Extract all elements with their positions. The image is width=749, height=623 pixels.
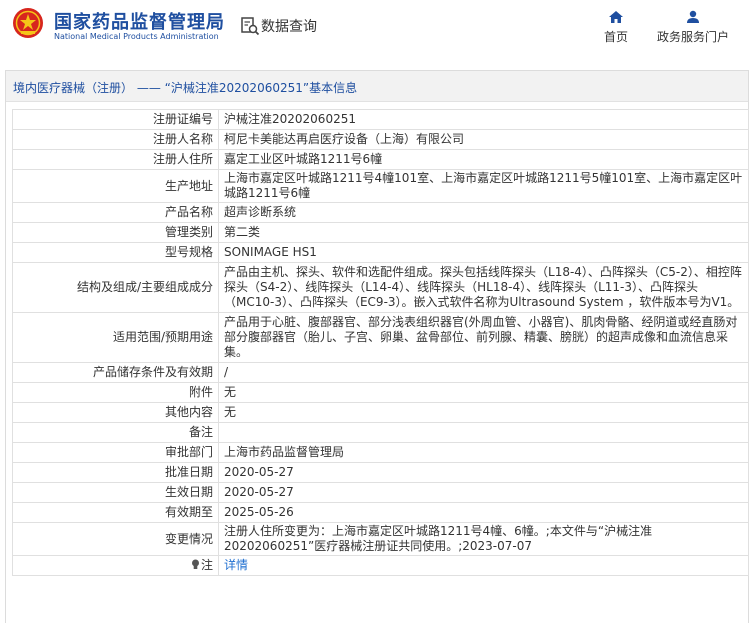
table-row: 产品储存条件及有效期 /: [12, 362, 749, 383]
field-value: 上海市嘉定区叶城路1211号4幢101室、上海市嘉定区叶城路1211号5幢101…: [218, 169, 749, 203]
table-row: 审批部门 上海市药品监督管理局: [12, 442, 749, 463]
site-header: 国家药品监督管理局 National Medical Products Admi…: [0, 0, 749, 56]
field-value: 沪械注准20202060251: [218, 109, 749, 130]
breadcrumb-title: “沪械注准20202060251”基本信息: [164, 81, 358, 95]
field-value: 2020-05-27: [218, 462, 749, 483]
org-name-en[interactable]: National Medical Products Administration: [54, 32, 219, 41]
table-row: 其他内容 无: [12, 402, 749, 423]
data-query-icon: [241, 17, 260, 36]
home-icon: [609, 11, 623, 23]
field-label: 管理类别: [12, 222, 219, 243]
lightbulb-icon: [191, 559, 199, 569]
table-row: 型号规格 SONIMAGE HS1: [12, 242, 749, 263]
field-value: /: [218, 362, 749, 383]
field-label: 其他内容: [12, 402, 219, 423]
data-query-label: 数据查询: [261, 19, 317, 35]
field-value: 注册人住所变更为：上海市嘉定区叶城路1211号4幢、6幢。;本文件与“沪械注准2…: [218, 522, 749, 556]
details-link[interactable]: 详情: [224, 558, 248, 572]
user-icon: [687, 10, 699, 23]
nav-service-label: 政务服务门户: [656, 30, 729, 44]
breadcrumb: 境内医疗器械（注册） —— “沪械注准20202060251”基本信息: [6, 71, 748, 102]
field-value: [218, 422, 749, 443]
field-value: 无: [218, 402, 749, 423]
nmpa-emblem-icon[interactable]: [12, 7, 44, 39]
field-value: 产品由主机、探头、软件和选配件组成。探头包括线阵探头（L18-4）、凸阵探头（C…: [218, 262, 749, 313]
field-value: 2025-05-26: [218, 502, 749, 523]
breadcrumb-separator: ——: [136, 81, 161, 95]
field-value: 嘉定工业区叶城路1211号6幢: [218, 149, 749, 170]
field-label: 生效日期: [12, 482, 219, 503]
table-row: 生效日期 2020-05-27: [12, 482, 749, 503]
table-row: 适用范围/预期用途 产品用于心脏、腹部器官、部分浅表组织器官(外周血管、小器官)…: [12, 312, 749, 363]
field-value: SONIMAGE HS1: [218, 242, 749, 263]
field-label: 适用范围/预期用途: [12, 312, 219, 363]
field-label: 批准日期: [12, 462, 219, 483]
table-row: 注 详情: [12, 555, 749, 576]
field-label: 注册人住所: [12, 149, 219, 170]
field-value: 柯尼卡美能达再启医疗设备（上海）有限公司: [218, 129, 749, 150]
field-label: 注册证编号: [12, 109, 219, 130]
field-label: 附件: [12, 382, 219, 403]
breadcrumb-category[interactable]: 境内医疗器械（注册）: [13, 81, 133, 95]
table-row: 产品名称 超声诊断系统: [12, 202, 749, 223]
field-label: 变更情况: [12, 522, 219, 556]
table-row: 备注: [12, 422, 749, 443]
detail-panel: 境内医疗器械（注册） —— “沪械注准20202060251”基本信息 注册证编…: [5, 70, 749, 623]
field-value: 产品用于心脏、腹部器官、部分浅表组织器官(外周血管、小器官)、肌肉骨骼、经阴道或…: [218, 312, 749, 363]
breadcrumb-text: 境内医疗器械（注册） —— “沪械注准20202060251”基本信息: [13, 79, 357, 96]
table-row: 生产地址 上海市嘉定区叶城路1211号4幢101室、上海市嘉定区叶城路1211号…: [12, 169, 749, 203]
field-label: 审批部门: [12, 442, 219, 463]
org-name-cn[interactable]: 国家药品监督管理局: [54, 8, 225, 34]
field-label: 注册人名称: [12, 129, 219, 150]
field-label: 产品储存条件及有效期: [12, 362, 219, 383]
note-label-cell: 注: [12, 555, 219, 576]
nav-home[interactable]: 首页: [598, 10, 634, 45]
note-label: 注: [200, 558, 213, 572]
table-row: 有效期至 2025-05-26: [12, 502, 749, 523]
field-value: 超声诊断系统: [218, 202, 749, 223]
field-value: 上海市药品监督管理局: [218, 442, 749, 463]
nav-service-portal[interactable]: 政务服务门户: [650, 10, 736, 45]
note-value-cell: 详情: [218, 555, 749, 576]
table-row: 注册证编号 沪械注准20202060251: [12, 109, 749, 130]
table-row: 变更情况 注册人住所变更为：上海市嘉定区叶城路1211号4幢、6幢。;本文件与“…: [12, 522, 749, 556]
field-label: 备注: [12, 422, 219, 443]
field-value: 第二类: [218, 222, 749, 243]
table-row: 批准日期 2020-05-27: [12, 462, 749, 483]
table-row: 注册人名称 柯尼卡美能达再启医疗设备（上海）有限公司: [12, 129, 749, 150]
record-table: 注册证编号 沪械注准20202060251 注册人名称 柯尼卡美能达再启医疗设备…: [12, 109, 749, 576]
field-label: 生产地址: [12, 169, 219, 203]
table-row: 结构及组成/主要组成成分 产品由主机、探头、软件和选配件组成。探头包括线阵探头（…: [12, 262, 749, 313]
field-value: 2020-05-27: [218, 482, 749, 503]
field-label: 结构及组成/主要组成成分: [12, 262, 219, 313]
table-row: 管理类别 第二类: [12, 222, 749, 243]
field-label: 有效期至: [12, 502, 219, 523]
field-value: 无: [218, 382, 749, 403]
table-row: 附件 无: [12, 382, 749, 403]
field-label: 型号规格: [12, 242, 219, 263]
field-label: 产品名称: [12, 202, 219, 223]
nav-home-label: 首页: [603, 30, 628, 44]
table-row: 注册人住所 嘉定工业区叶城路1211号6幢: [12, 149, 749, 170]
